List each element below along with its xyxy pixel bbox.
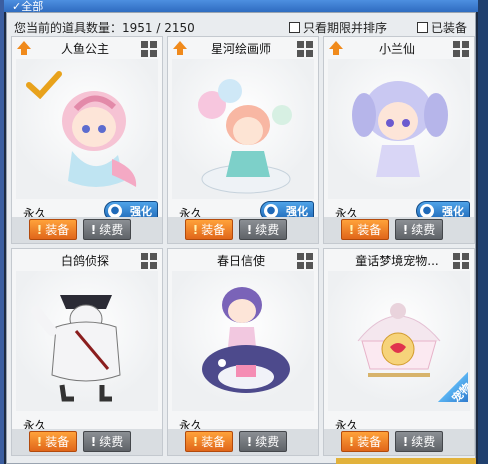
equip-button[interactable]: ! 装备 bbox=[29, 219, 77, 240]
item-image bbox=[172, 271, 314, 411]
renew-label: 续费 bbox=[411, 435, 436, 449]
item-card[interactable]: 星河绘画师 永久 ● 强化 bbox=[167, 36, 319, 244]
equip-button[interactable]: ! 装备 bbox=[185, 219, 233, 240]
item-name: 白鸽侦探 bbox=[60, 254, 109, 268]
grid-view-icon[interactable] bbox=[141, 41, 157, 57]
sort-up-icon[interactable] bbox=[329, 41, 343, 55]
paw-icon: ● bbox=[108, 204, 122, 218]
footer-strip bbox=[336, 458, 476, 464]
item-card[interactable]: 白鸽侦探 永久 bbox=[11, 248, 163, 456]
item-image bbox=[172, 59, 314, 199]
renew-label: 续费 bbox=[411, 223, 436, 237]
equipped-label: 已装备 bbox=[431, 21, 468, 35]
renew-button[interactable]: ! 续费 bbox=[83, 431, 131, 452]
item-card[interactable]: 人鱼公主 永久 ● 强化 bbox=[11, 36, 163, 244]
equipped-checkbox[interactable]: 已装备 bbox=[417, 19, 467, 36]
dove-detective-image bbox=[31, 295, 121, 402]
spring-messenger-image bbox=[202, 287, 290, 393]
renew-button[interactable]: ! 续费 bbox=[83, 219, 131, 240]
renew-button[interactable]: ! 续费 bbox=[395, 431, 443, 452]
equip-button[interactable]: ! 装备 bbox=[341, 219, 389, 240]
equip-label: 装备 bbox=[45, 435, 70, 449]
left-frame-edge bbox=[0, 0, 4, 464]
checkbox-box[interactable] bbox=[289, 22, 300, 33]
item-card[interactable]: 春日信使 永久 bbox=[167, 248, 319, 456]
renew-button[interactable]: ! 续费 bbox=[239, 219, 287, 240]
grid-view-icon[interactable] bbox=[453, 41, 469, 57]
checkbox-box[interactable] bbox=[417, 22, 428, 33]
item-image bbox=[16, 271, 158, 411]
renew-label: 续费 bbox=[99, 223, 124, 237]
item-name: 星河绘画师 bbox=[210, 42, 271, 56]
renew-button[interactable]: ! 续费 bbox=[239, 431, 287, 452]
equip-label: 装备 bbox=[201, 223, 226, 237]
little-orchid-fairy-image bbox=[352, 81, 448, 177]
equip-label: 装备 bbox=[201, 435, 226, 449]
item-name: 人鱼公主 bbox=[60, 42, 109, 56]
tab-bar: ✓全部 bbox=[4, 0, 478, 13]
right-frame-edge bbox=[478, 0, 488, 464]
paw-icon: ● bbox=[264, 204, 278, 218]
equip-button[interactable]: ! 装备 bbox=[185, 431, 233, 452]
grid-view-icon[interactable] bbox=[141, 253, 157, 269]
renew-button[interactable]: ! 续费 bbox=[395, 219, 443, 240]
only-expiring-checkbox[interactable]: 只看期限并排序 bbox=[289, 19, 387, 36]
item-count-label: 您当前的道具数量：1951 / 2150 bbox=[14, 21, 195, 35]
only-expiring-label: 只看期限并排序 bbox=[303, 21, 388, 35]
pet-seal: 宠物 bbox=[378, 354, 468, 402]
renew-label: 续费 bbox=[99, 435, 124, 449]
paw-icon: ● bbox=[420, 204, 434, 218]
grid-view-icon[interactable] bbox=[453, 253, 469, 269]
grid-view-icon[interactable] bbox=[297, 253, 313, 269]
item-name: 童话梦境宠物... bbox=[355, 254, 439, 268]
item-card[interactable]: 小兰仙 永久 ● 强化 bbox=[323, 36, 475, 244]
galaxy-painter-image bbox=[198, 79, 292, 194]
renew-label: 续费 bbox=[255, 223, 280, 237]
sort-up-icon[interactable] bbox=[173, 41, 187, 55]
item-card[interactable]: 童话梦境宠物... 永久 bbox=[323, 248, 475, 456]
equip-label: 装备 bbox=[357, 435, 382, 449]
item-name: 小兰仙 bbox=[378, 42, 415, 56]
equip-button[interactable]: ! 装备 bbox=[341, 431, 389, 452]
equip-button[interactable]: ! 装备 bbox=[29, 431, 77, 452]
equip-label: 装备 bbox=[45, 223, 70, 237]
renew-label: 续费 bbox=[255, 435, 280, 449]
selected-check-icon bbox=[26, 71, 62, 99]
item-name: 春日信使 bbox=[216, 254, 265, 268]
inventory-header: 您当前的道具数量：1951 / 2150 只看期限并排序 已装备 bbox=[10, 16, 472, 36]
pet-seal-label: 宠物 bbox=[411, 354, 468, 402]
item-image bbox=[328, 59, 470, 199]
grid-view-icon[interactable] bbox=[297, 41, 313, 57]
equip-label: 装备 bbox=[357, 223, 382, 237]
sort-up-icon[interactable] bbox=[17, 41, 31, 55]
